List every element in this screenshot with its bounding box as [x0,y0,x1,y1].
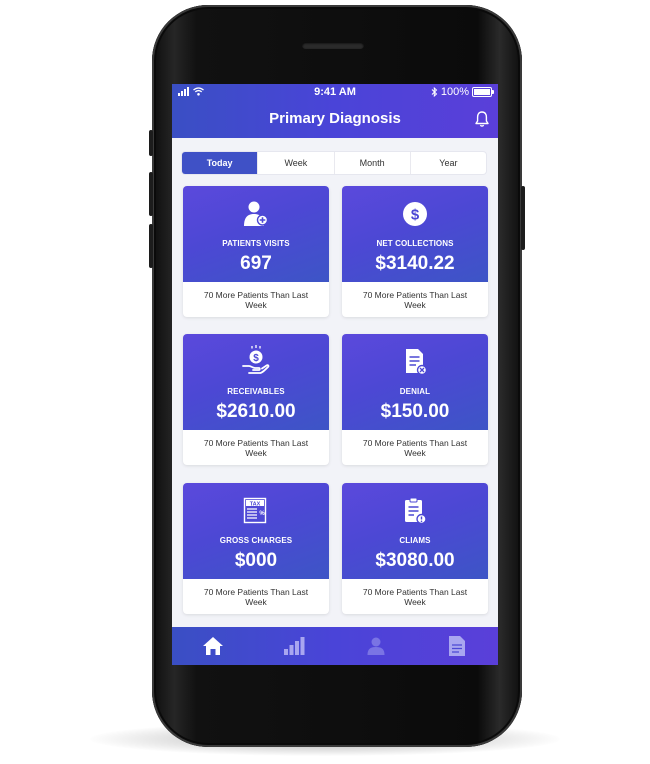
battery-status: 100% [431,86,494,98]
money-hand-icon: $ [242,345,270,374]
battery-icon [472,87,494,97]
card-label: RECEIVABLES [227,387,285,396]
app-screen: 9:41 AM 100% Primary Diagnosis Today Wee… [172,84,498,665]
card-label: CLIAMS [399,536,431,545]
nav-home[interactable] [172,627,254,665]
bar-chart-icon [284,637,305,655]
card-header: $ NET COLLECTIONS $3140.22 [342,186,488,282]
nav-documents[interactable] [417,627,499,665]
page-title: Primary Diagnosis [269,110,401,127]
phone-speaker [302,42,364,49]
card-footer: 70 More Patients Than Last Week [362,437,468,458]
volume-button [149,130,153,156]
card-value: $3080.00 [375,550,455,571]
card-value: $150.00 [380,401,450,422]
card-value: $000 [234,550,278,571]
dollar-circle-icon: $ [403,202,427,226]
user-icon [367,637,385,655]
clipboard-alert-icon [405,497,427,525]
gross-charges-card[interactable]: TAX % GROSS CHARGES $000 70 More Patient… [183,483,329,614]
card-footer: 70 More Patients Than Last Week [362,289,468,310]
bell-icon[interactable] [474,110,490,128]
bluetooth-icon [431,87,438,97]
card-value: 697 [240,253,272,274]
card-footer: 70 More Patients Than Last Week [203,289,309,310]
document-icon [449,636,466,656]
home-icon [202,637,223,655]
card-label: PATIENTS VISITS [222,239,290,248]
tax-form-icon: TAX % [243,497,267,524]
tab-week[interactable]: Week [258,152,335,174]
patients-visits-card[interactable]: PATIENTS VISITS 697 70 More Patients Tha… [183,186,329,317]
tab-year[interactable]: Year [411,152,486,174]
card-value: $2610.00 [216,401,296,422]
card-header: TAX % GROSS CHARGES $000 [183,483,329,579]
card-footer: 70 More Patients Than Last Week [203,437,309,458]
patient-add-icon [244,201,269,226]
bottom-navigation [172,627,498,665]
card-header: $ RECEIVABLES $2610.00 [183,334,329,430]
status-bar: 9:41 AM 100% [172,84,498,100]
app-header: 9:41 AM 100% Primary Diagnosis [172,84,498,138]
document-denied-icon [406,349,428,376]
nav-reports[interactable] [254,627,336,665]
net-collections-card[interactable]: $ NET COLLECTIONS $3140.22 70 More Patie… [342,186,488,317]
card-label: GROSS CHARGES [219,536,293,545]
power-button [521,186,525,250]
tab-month[interactable]: Month [335,152,411,174]
svg-text:TAX: TAX [250,501,261,507]
svg-text:$: $ [411,207,420,224]
period-tabs: Today Week Month Year [182,152,486,174]
svg-text:$: $ [253,353,259,364]
svg-text:%: % [259,511,265,517]
card-header: PATIENTS VISITS 697 [183,186,329,282]
card-header: CLIAMS $3080.00 [342,483,488,579]
volume-down-button [149,224,153,268]
card-footer: 70 More Patients Than Last Week [203,586,309,607]
card-footer: 70 More Patients Than Last Week [362,586,468,607]
volume-up-button [149,172,153,216]
card-header: DENIAL $150.00 [342,334,488,430]
card-label: DENIAL [399,387,431,396]
card-value: $3140.22 [375,253,455,274]
tab-today[interactable]: Today [182,152,259,174]
card-label: NET COLLECTIONS [376,239,454,248]
nav-profile[interactable] [335,627,417,665]
denial-card[interactable]: DENIAL $150.00 70 More Patients Than Las… [342,334,488,465]
receivables-card[interactable]: $ RECEIVABLES $2610.00 70 More Patients … [183,334,329,465]
battery-percent: 100% [440,86,469,98]
claims-card[interactable]: CLIAMS $3080.00 70 More Patients Than La… [342,483,488,614]
